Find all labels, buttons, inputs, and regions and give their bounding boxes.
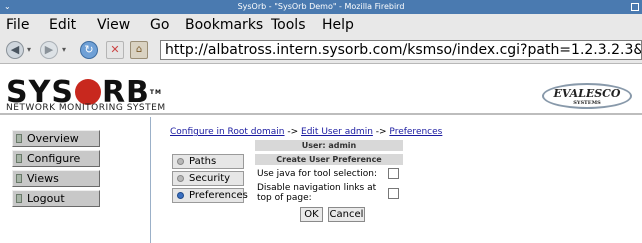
user-panel-title: User: admin (255, 140, 403, 151)
left-navigation: Overview Configure Views Logout (0, 117, 150, 243)
reload-icon[interactable]: ↻ (80, 41, 98, 59)
nav-overview-label: Overview (27, 132, 79, 145)
nav-overview-button[interactable]: Overview (12, 130, 100, 147)
sidebar-divider (150, 117, 151, 243)
nav-logout-button[interactable]: Logout (12, 190, 100, 207)
breadcrumb-edit-user-link[interactable]: Edit User admin (301, 127, 373, 137)
breadcrumb-preferences-link[interactable]: Preferences (389, 127, 442, 137)
nav-views-label: Views (27, 172, 59, 185)
tab-security-label: Security (189, 173, 231, 184)
nav-logout-label: Logout (27, 192, 65, 205)
menubar: File Edit View Go Bookmarks Tools Help (0, 14, 642, 36)
logo-orb-icon (74, 79, 101, 105)
menu-go[interactable]: Go (150, 17, 169, 33)
bullet-icon (16, 174, 22, 183)
menu-file[interactable]: File (6, 17, 29, 33)
preferences-heading: Create User Preference (255, 154, 403, 165)
back-icon[interactable]: ◀ (6, 41, 24, 59)
stop-icon[interactable]: ✕ (106, 41, 124, 59)
window-close-icon[interactable] (631, 3, 639, 11)
tab-security[interactable]: Security (172, 171, 244, 186)
tab-paths-label: Paths (189, 156, 217, 167)
bullet-icon (16, 194, 22, 203)
option-java-checkbox[interactable] (388, 168, 399, 179)
breadcrumb-separator: -> (284, 127, 302, 137)
breadcrumb-configure-root-link[interactable]: Configure in Root domain (170, 127, 285, 137)
menu-bookmarks[interactable]: Bookmarks (185, 17, 263, 33)
window-titlebar: ⌄ SysOrb - "SysOrb Demo" - Mozilla Fireb… (0, 0, 642, 14)
nav-configure-label: Configure (27, 152, 81, 165)
home-icon[interactable]: ⌂ (130, 41, 148, 59)
tab-paths[interactable]: Paths (172, 154, 244, 169)
forward-dropdown-icon[interactable]: ▾ (62, 45, 66, 54)
option-disable-nav-checkbox[interactable] (388, 188, 399, 199)
radio-selected-icon (177, 192, 184, 199)
menu-help[interactable]: Help (322, 17, 354, 33)
forward-icon[interactable]: ▶ (40, 41, 58, 59)
tab-preferences-label: Preferences (189, 190, 248, 201)
url-input[interactable]: http://albatross.intern.sysorb.com/ksmso… (160, 40, 642, 60)
header-divider (0, 113, 642, 115)
breadcrumb: Configure in Root domain -> Edit User ad… (170, 127, 442, 137)
navigation-toolbar: ◀ ▾ ▶ ▾ ↻ ✕ ⌂ http://albatross.intern.sy… (0, 36, 642, 64)
bullet-icon (16, 134, 22, 143)
breadcrumb-separator: -> (372, 127, 390, 137)
window-menu-icon[interactable]: ⌄ (4, 0, 11, 14)
ok-button[interactable]: OK (300, 207, 323, 222)
logo-trademark: TM (149, 89, 162, 96)
back-dropdown-icon[interactable]: ▾ (27, 45, 31, 54)
nav-views-button[interactable]: Views (12, 170, 100, 187)
option-java-label: Use java for tool selection: (257, 169, 378, 179)
radio-icon (177, 158, 184, 165)
nav-configure-button[interactable]: Configure (12, 150, 100, 167)
option-disable-nav-label: Disable navigation links at top of page: (257, 183, 377, 203)
logo-tagline: NETWORK MONITORING SYSTEM (6, 103, 166, 113)
evalesco-logo-text: EVALESCO (553, 87, 621, 100)
radio-icon (177, 175, 184, 182)
menu-tools[interactable]: Tools (271, 17, 306, 33)
menu-edit[interactable]: Edit (49, 17, 76, 33)
evalesco-logo-subtext: SYSTEMS (573, 100, 601, 106)
window-title: SysOrb - "SysOrb Demo" - Mozilla Firebir… (237, 2, 405, 11)
menu-view[interactable]: View (97, 17, 130, 33)
tab-preferences[interactable]: Preferences (172, 188, 248, 203)
bullet-icon (16, 154, 22, 163)
evalesco-logo: EVALESCO SYSTEMS (542, 83, 632, 109)
cancel-button[interactable]: Cancel (328, 207, 365, 222)
